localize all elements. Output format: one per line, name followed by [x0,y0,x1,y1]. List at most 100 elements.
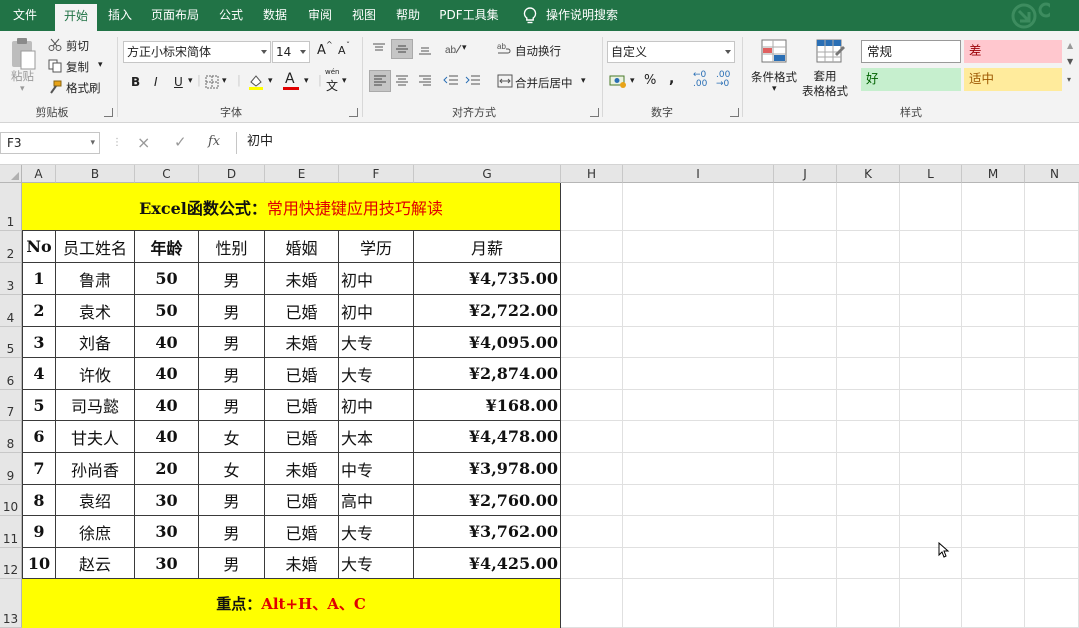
cell-marital[interactable]: 已婚 [265,485,339,516]
empty-cell[interactable] [774,231,837,263]
merge-center-button[interactable]: 合并后居中 [515,75,573,91]
row-header[interactable]: 8 [0,421,22,453]
align-right-icon[interactable] [418,74,432,88]
tab-home[interactable]: 开始 [55,4,97,31]
row-header[interactable]: 4 [0,295,22,327]
empty-cell[interactable] [837,327,900,358]
tab-file[interactable]: 文件 [0,0,50,31]
tab-formulas[interactable]: 公式 [212,0,250,31]
styles-scroll-up-icon[interactable]: ▲ [1067,41,1073,50]
cell-gender[interactable]: 男 [199,358,265,390]
empty-cell[interactable] [1025,421,1079,453]
empty-cell[interactable] [900,516,962,548]
font-launcher-icon[interactable] [349,108,358,117]
cell-age[interactable]: 40 [135,390,199,421]
cell-marital[interactable]: 已婚 [265,516,339,548]
cell-marital[interactable]: 已婚 [265,390,339,421]
cell-age[interactable]: 30 [135,548,199,579]
empty-cell[interactable] [837,263,900,295]
empty-cell[interactable] [900,390,962,421]
column-header-c[interactable]: C [135,165,199,183]
empty-cell[interactable] [774,327,837,358]
comma-style-button[interactable]: , [669,71,674,87]
font-color-dropdown-arrow-icon[interactable]: ▾ [304,76,309,86]
cell-age[interactable]: 40 [135,358,199,390]
copy-button[interactable]: 复制 [66,59,89,75]
merge-dropdown-arrow-icon[interactable]: ▾ [581,76,586,86]
empty-cell[interactable] [1025,390,1079,421]
cell-gender[interactable]: 男 [199,263,265,295]
column-header-l[interactable]: L [900,165,962,183]
cell-salary[interactable]: ¥4,478.00 [414,421,561,453]
empty-cell[interactable] [774,390,837,421]
bold-button[interactable]: B [131,75,140,89]
cell-gender[interactable]: 男 [199,548,265,579]
grow-font-button[interactable]: A [317,43,326,58]
number-format-dropdown[interactable]: 自定义 [607,41,735,63]
empty-cell[interactable] [837,548,900,579]
empty-cell[interactable] [561,231,623,263]
row-header[interactable]: 9 [0,453,22,485]
empty-cell[interactable] [561,295,623,327]
column-header-k[interactable]: K [837,165,900,183]
percent-style-button[interactable]: % [644,73,656,88]
empty-cell[interactable] [900,263,962,295]
align-bottom-icon[interactable] [418,42,432,56]
row-header[interactable]: 11 [0,516,22,548]
empty-cell[interactable] [774,548,837,579]
empty-cell[interactable] [623,390,774,421]
currency-dropdown-arrow-icon[interactable]: ▾ [630,76,635,86]
cell-gender[interactable]: 女 [199,453,265,485]
conditional-dropdown-arrow-icon[interactable]: ▾ [772,84,777,94]
orientation-icon[interactable]: ab [444,41,462,57]
header-cell-education[interactable]: 学历 [339,231,414,263]
phonetic-dropdown-arrow-icon[interactable]: ▾ [342,76,347,86]
cell-marital[interactable]: 已婚 [265,358,339,390]
tell-me-search[interactable]: 操作说明搜索 [546,0,618,31]
cell-salary[interactable]: ¥4,095.00 [414,327,561,358]
empty-cell[interactable] [837,183,900,231]
cell-marital[interactable]: 未婚 [265,453,339,485]
column-header-n[interactable]: N [1025,165,1079,183]
row-header[interactable]: 6 [0,358,22,390]
cell-salary[interactable]: ¥2,722.00 [414,295,561,327]
empty-cell[interactable] [962,548,1025,579]
cell-gender[interactable]: 男 [199,485,265,516]
align-center-icon[interactable] [395,74,409,88]
empty-cell[interactable] [962,295,1025,327]
empty-cell[interactable] [623,263,774,295]
empty-cell[interactable] [1025,263,1079,295]
tab-review[interactable]: 审阅 [301,0,339,31]
empty-cell[interactable] [962,263,1025,295]
cell-name[interactable]: 徐庶 [56,516,135,548]
empty-cell[interactable] [837,358,900,390]
empty-cell[interactable] [837,516,900,548]
conditional-formatting-button[interactable]: 条件格式 [751,69,797,85]
paste-icon[interactable] [9,37,37,71]
empty-cell[interactable] [623,183,774,231]
empty-cell[interactable] [900,579,962,628]
empty-cell[interactable] [623,358,774,390]
column-header-g[interactable]: G [414,165,561,183]
align-top-icon[interactable] [372,42,386,56]
cell-gender[interactable]: 男 [199,390,265,421]
row-header[interactable]: 2 [0,231,22,263]
copy-dropdown-arrow-icon[interactable]: ▾ [98,60,103,70]
phonetic-guide-pinyin[interactable]: wén [325,68,339,76]
empty-cell[interactable] [837,579,900,628]
header-cell-marital[interactable]: 婚姻 [265,231,339,263]
cell-marital[interactable]: 未婚 [265,263,339,295]
cell-gender[interactable]: 女 [199,421,265,453]
cell-age[interactable]: 40 [135,327,199,358]
empty-cell[interactable] [623,516,774,548]
header-cell-gender[interactable]: 性别 [199,231,265,263]
cut-button[interactable]: 剪切 [66,38,89,54]
empty-cell[interactable] [837,421,900,453]
empty-cell[interactable] [774,263,837,295]
empty-cell[interactable] [1025,183,1079,231]
empty-cell[interactable] [623,579,774,628]
cell-education[interactable]: 中专 [339,453,414,485]
empty-cell[interactable] [774,421,837,453]
enter-icon[interactable]: ✓ [174,133,187,151]
header-cell-name[interactable]: 员工姓名 [56,231,135,263]
